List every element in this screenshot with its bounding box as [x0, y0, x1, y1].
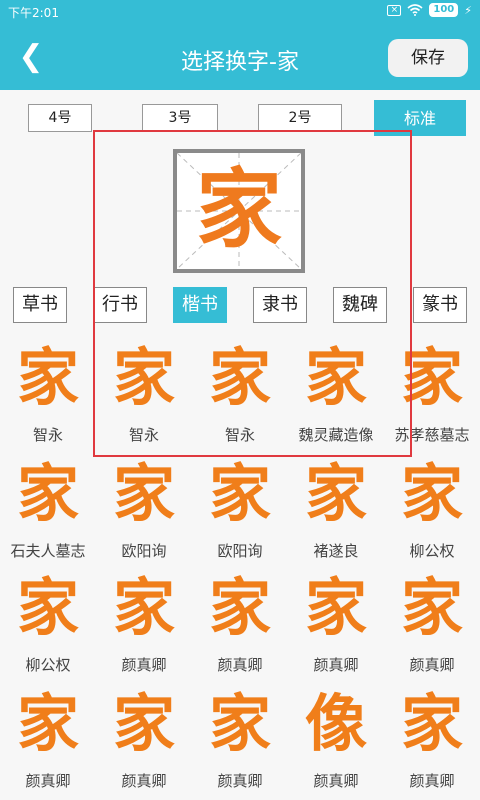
variant-glyph: 家 — [208, 687, 271, 760]
status-icons: × 100 ⚡ — [387, 3, 472, 17]
app-header: ❮ 选择换字-家 保存 — [0, 24, 480, 90]
variant-cell[interactable]: 家 颜真卿 — [192, 682, 288, 794]
variant-source: 苏孝慈墓志 — [394, 426, 470, 444]
variant-cell[interactable]: 家 智永 — [96, 336, 192, 448]
variant-glyph: 家 — [16, 571, 79, 644]
variant-source: 柳公权 — [25, 656, 71, 674]
variant-source: 欧阳询 — [121, 542, 167, 560]
variant-glyph: 家 — [112, 457, 175, 530]
variant-glyph: 家 — [400, 457, 463, 530]
variant-glyph: 家 — [304, 341, 367, 414]
tab-caoshu[interactable]: 草书 — [13, 287, 67, 323]
x-box-icon: × — [387, 4, 402, 16]
variant-source: 颜真卿 — [217, 656, 263, 674]
variant-source: 颜真卿 — [121, 656, 167, 674]
variant-glyph: 家 — [208, 457, 271, 530]
variant-source: 颜真卿 — [25, 772, 71, 790]
variant-glyph: 家 — [400, 341, 463, 414]
variant-source: 颜真卿 — [313, 772, 359, 790]
variant-cell[interactable]: 家 颜真卿 — [384, 682, 480, 794]
variant-source: 柳公权 — [409, 542, 455, 560]
style-tabs: 草书 行书 楷书 隶书 魏碑 篆书 — [0, 287, 480, 327]
variant-glyph: 家 — [304, 457, 367, 530]
variant-cell[interactable]: 家 智永 — [0, 336, 96, 448]
tab-lishu[interactable]: 隶书 — [253, 287, 307, 323]
variant-cell[interactable]: 家 颜真卿 — [96, 682, 192, 794]
status-bar: 下午2:01 × 100 ⚡ — [0, 0, 480, 24]
variant-source: 褚遂良 — [313, 542, 359, 560]
variant-cell[interactable]: 家 欧阳询 — [192, 452, 288, 564]
variant-source: 石夫人墓志 — [10, 542, 86, 560]
variant-glyph: 家 — [208, 571, 271, 644]
variant-cell[interactable]: 家 欧阳询 — [96, 452, 192, 564]
variant-cell[interactable]: 家 柳公权 — [0, 566, 96, 678]
variant-cell[interactable]: 家 颜真卿 — [0, 682, 96, 794]
variant-cell[interactable]: 家 苏孝慈墓志 — [384, 336, 480, 448]
variant-cell[interactable]: 像 颜真卿 — [288, 682, 384, 794]
battery-indicator: 100 — [429, 3, 459, 17]
character-preview: 家 — [173, 149, 305, 273]
variant-glyph: 家 — [16, 687, 79, 760]
variant-glyph: 家 — [112, 571, 175, 644]
wifi-icon — [407, 4, 423, 16]
variant-cell[interactable]: 家 颜真卿 — [288, 566, 384, 678]
size-option-2[interactable]: 2号 — [258, 104, 342, 132]
status-time: 下午2:01 — [8, 6, 59, 20]
size-option-3[interactable]: 3号 — [142, 104, 218, 132]
size-option-4[interactable]: 4号 — [28, 104, 92, 132]
variant-cell[interactable]: 家 魏灵藏造像 — [288, 336, 384, 448]
tab-kaishu[interactable]: 楷书 — [173, 287, 227, 323]
tab-xingshu[interactable]: 行书 — [93, 287, 147, 323]
variant-source: 颜真卿 — [409, 656, 455, 674]
save-button[interactable]: 保存 — [388, 39, 468, 77]
variant-source: 颜真卿 — [121, 772, 167, 790]
variant-cell[interactable]: 家 褚遂良 — [288, 452, 384, 564]
variant-glyph: 家 — [400, 571, 463, 644]
variant-cell[interactable]: 家 颜真卿 — [96, 566, 192, 678]
variant-cell[interactable]: 家 石夫人墓志 — [0, 452, 96, 564]
variant-glyph: 家 — [16, 457, 79, 530]
variant-glyph: 家 — [400, 687, 463, 760]
variant-glyph: 家 — [208, 341, 271, 414]
variant-source: 智永 — [224, 426, 255, 444]
variant-source: 欧阳询 — [217, 542, 263, 560]
bolt-icon: ⚡ — [464, 3, 472, 17]
size-selector: 4号 3号 2号 标准 — [0, 100, 480, 136]
variant-glyph: 家 — [16, 341, 79, 414]
preview-character: 家 — [196, 159, 282, 260]
variant-glyph: 家 — [112, 687, 175, 760]
variant-source: 智永 — [32, 426, 63, 444]
variant-source: 颜真卿 — [313, 656, 359, 674]
variant-cell[interactable]: 家 柳公权 — [384, 452, 480, 564]
variant-cell[interactable]: 家 颜真卿 — [192, 566, 288, 678]
variant-glyph: 像 — [304, 687, 367, 760]
variant-source: 颜真卿 — [409, 772, 455, 790]
variant-glyph: 家 — [304, 571, 367, 644]
variant-cell[interactable]: 家 颜真卿 — [384, 566, 480, 678]
tab-weibei[interactable]: 魏碑 — [333, 287, 387, 323]
variant-source: 智永 — [128, 426, 159, 444]
size-option-standard[interactable]: 标准 — [374, 100, 466, 136]
variant-cell[interactable]: 家 智永 — [192, 336, 288, 448]
variant-source: 魏灵藏造像 — [298, 426, 374, 444]
variant-source: 颜真卿 — [217, 772, 263, 790]
variant-glyph: 家 — [112, 341, 175, 414]
tab-zhuanshu[interactable]: 篆书 — [413, 287, 467, 323]
